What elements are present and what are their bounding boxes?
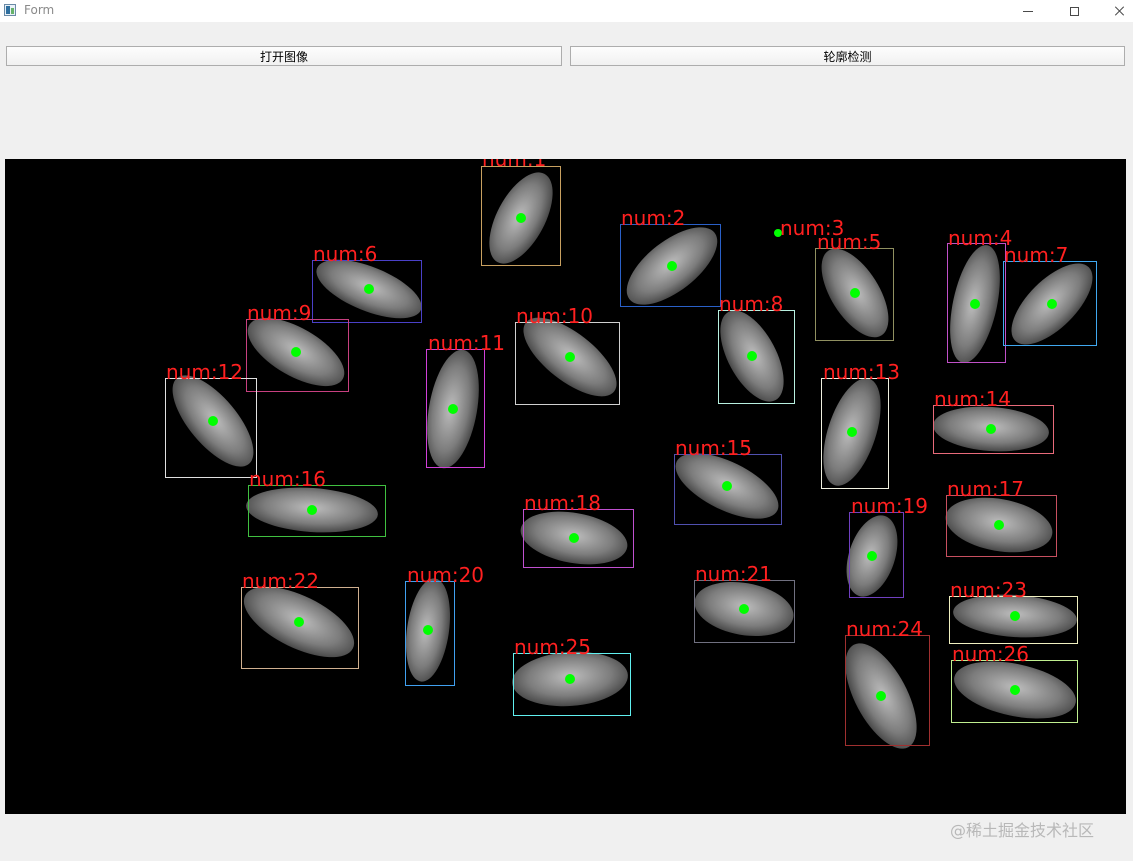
window-title: Form <box>24 3 55 17</box>
object-12-label: num:12 <box>166 360 243 384</box>
contour-canvas: num:1num:2 num:3 num:4num:5num:6 num:7num:8… <box>165 159 1097 749</box>
watermark: @稀土掘金技术社区 <box>950 821 1095 840</box>
open-image-button[interactable]: 打开图像 <box>6 46 562 66</box>
object-18-centroid <box>569 533 579 543</box>
object-4-centroid <box>970 299 980 309</box>
maximize-button[interactable] <box>1051 0 1097 22</box>
object-19-label: num:19 <box>851 494 928 518</box>
object-20-label: num:20 <box>407 563 484 587</box>
object-12-centroid <box>208 416 218 426</box>
object-23-centroid <box>1010 611 1020 621</box>
object-11-centroid <box>448 404 458 414</box>
object-4-label: num:4 <box>948 226 1012 250</box>
object-9-centroid <box>291 347 301 357</box>
object-8-label: num:8 <box>719 292 783 316</box>
maximize-icon <box>1069 6 1079 16</box>
object-6-label: num:6 <box>313 242 377 266</box>
object-10-centroid <box>565 352 575 362</box>
object-24-centroid <box>876 691 886 701</box>
object-26-label: num:26 <box>952 642 1029 666</box>
app-icon <box>4 4 16 16</box>
object-7-label: num:7 <box>1004 243 1068 267</box>
object-9-label: num:9 <box>247 301 311 325</box>
object-1-centroid <box>516 213 526 223</box>
title-bar: Form <box>0 0 1133 22</box>
object-14-label: num:14 <box>934 387 1011 411</box>
object-10-label: num:10 <box>516 304 593 328</box>
object-18-label: num:18 <box>524 491 601 515</box>
object-13-centroid <box>847 427 857 437</box>
result-image: num:1 num:2 num:3 num:4 num:5 num:6 num:7 num:8… <box>5 159 1126 814</box>
object-24-label: num:24 <box>846 617 923 641</box>
object-2-label: num:2 <box>621 206 685 230</box>
contour-detect-button[interactable]: 轮廓检测 <box>570 46 1125 66</box>
object-22-label: num:22 <box>242 569 319 593</box>
object-7-centroid <box>1047 299 1057 309</box>
minimize-icon <box>1023 10 1033 12</box>
object-17-label: num:17 <box>947 477 1024 501</box>
object-5-label: num:5 <box>817 230 881 254</box>
object-11-label: num:11 <box>428 331 505 355</box>
object-26-centroid <box>1010 685 1020 695</box>
close-icon <box>1115 6 1125 16</box>
object-13-label: num:13 <box>823 360 900 384</box>
object-20-centroid <box>423 625 433 635</box>
object-21-centroid <box>739 604 749 614</box>
object-8-centroid <box>747 351 757 361</box>
object-25-label: num:25 <box>514 635 591 659</box>
object-17-centroid <box>994 520 1004 530</box>
object-22-centroid <box>294 617 304 627</box>
object-15-centroid <box>722 481 732 491</box>
object-15-label: num:15 <box>675 436 752 460</box>
object-1-label: num:1 <box>482 159 546 171</box>
close-button[interactable] <box>1097 0 1133 22</box>
object-16-centroid <box>307 505 317 515</box>
object-5-centroid <box>850 288 860 298</box>
object-23-label: num:23 <box>950 578 1027 602</box>
object-14-centroid <box>986 424 996 434</box>
minimize-button[interactable] <box>1005 0 1051 22</box>
object-21-label: num:21 <box>695 562 772 586</box>
object-2-centroid <box>667 261 677 271</box>
object-19-centroid <box>867 551 877 561</box>
object-25-centroid <box>565 674 575 684</box>
object-6-centroid <box>364 284 374 294</box>
object-16-label: num:16 <box>249 467 326 491</box>
